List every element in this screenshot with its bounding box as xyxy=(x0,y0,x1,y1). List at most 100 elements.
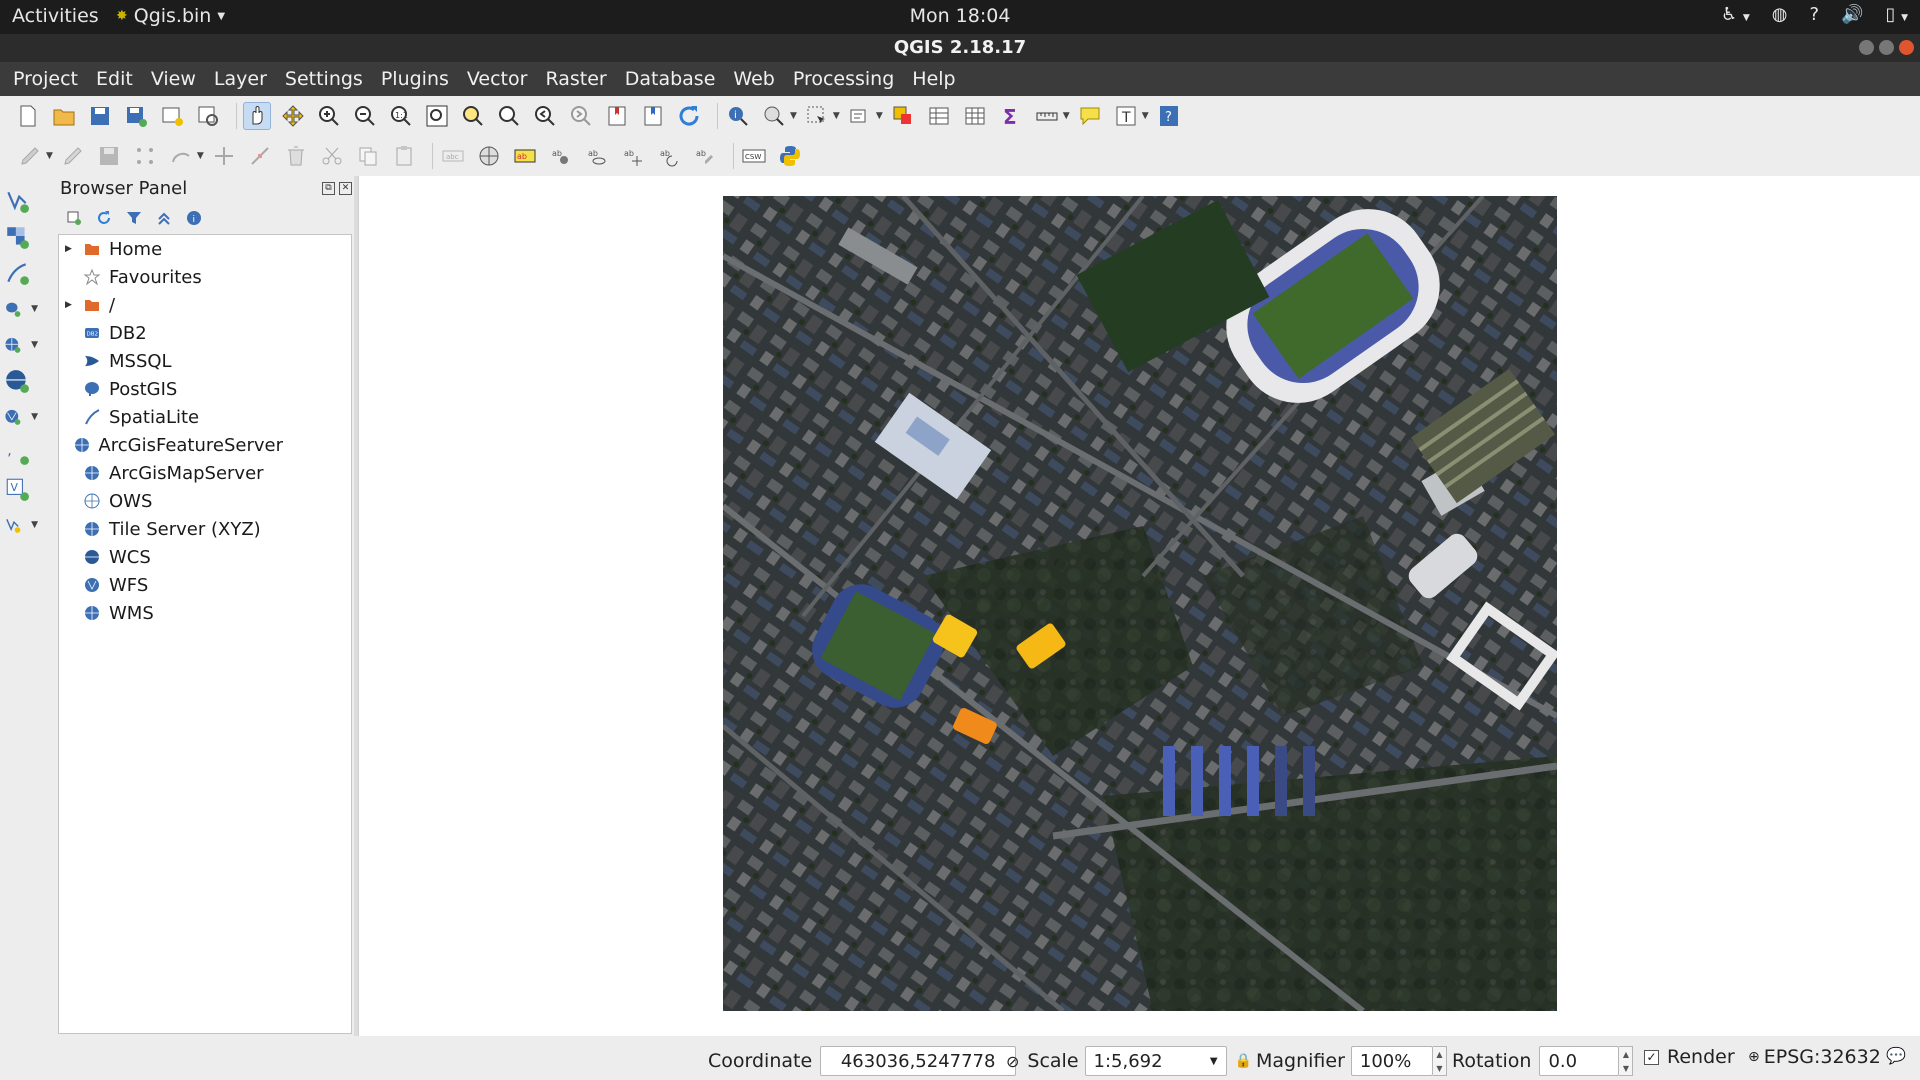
collapse-all-icon[interactable] xyxy=(154,208,174,228)
expand-arrow-icon[interactable]: ▶ xyxy=(65,244,79,254)
zoom-to-selection-icon[interactable] xyxy=(459,102,487,130)
attribute-table-icon[interactable] xyxy=(925,102,953,130)
rotation-spinner[interactable]: ▲ ▼ xyxy=(1619,1046,1634,1076)
run-feature-action-icon[interactable] xyxy=(760,102,788,130)
tree-item-favourites[interactable]: Favourites xyxy=(59,263,283,291)
add-wms-layer-icon[interactable]: ▼ xyxy=(4,328,38,362)
tree-item-arcgismapserver[interactable]: ArcGisMapServer xyxy=(59,459,283,487)
tree-item-spatialite[interactable]: SpatiaLite xyxy=(59,403,283,431)
magnifier-spinner[interactable]: ▲ ▼ xyxy=(1432,1046,1447,1076)
menu-processing[interactable]: Processing xyxy=(784,68,903,90)
map-canvas[interactable] xyxy=(358,176,1920,1036)
accessibility-icon[interactable]: ♿ ▼ xyxy=(1721,4,1750,25)
add-circular-string-icon[interactable] xyxy=(167,142,195,170)
menu-project[interactable]: Project xyxy=(4,68,87,90)
node-tool-icon[interactable] xyxy=(246,142,274,170)
new-project-icon[interactable] xyxy=(14,102,42,130)
menu-raster[interactable]: Raster xyxy=(536,68,615,90)
show-hide-labels-icon[interactable]: ab xyxy=(583,142,611,170)
tree-item-mssql[interactable]: MSSQL xyxy=(59,347,283,375)
chevron-down-icon[interactable]: ▼ xyxy=(197,151,204,161)
minimize-button[interactable] xyxy=(1859,40,1874,55)
pan-to-selection-icon[interactable] xyxy=(279,102,307,130)
tree-item-wms[interactable]: WMS xyxy=(59,599,283,627)
tree-item-wcs[interactable]: WCS xyxy=(59,543,283,571)
chevron-down-icon[interactable]: ▼ xyxy=(1063,111,1070,121)
chevron-down-icon[interactable]: ▼ xyxy=(833,111,840,121)
copy-features-icon[interactable] xyxy=(354,142,382,170)
field-calculator-icon[interactable] xyxy=(961,102,989,130)
scale-combobox[interactable]: 1:5,692 ▼ xyxy=(1084,1046,1227,1076)
menu-vector[interactable]: Vector xyxy=(458,68,537,90)
menu-settings[interactable]: Settings xyxy=(276,68,372,90)
add-raster-layer-icon[interactable] xyxy=(4,220,38,254)
label-toolbar-icon[interactable]: abc xyxy=(439,142,467,170)
tree-item-arcgisfeatureserver[interactable]: ArcGisFeatureServer xyxy=(59,431,283,459)
chevron-down-icon[interactable]: ▼ xyxy=(876,111,883,121)
render-checkbox[interactable]: ✓ xyxy=(1644,1049,1659,1065)
open-project-icon[interactable] xyxy=(50,102,78,130)
identify-features-icon[interactable]: i xyxy=(724,102,752,130)
zoom-out-icon[interactable] xyxy=(351,102,379,130)
battery-icon[interactable]: ▯ ▼ xyxy=(1885,4,1908,25)
zoom-next-icon[interactable] xyxy=(567,102,595,130)
deselect-all-icon[interactable] xyxy=(889,102,917,130)
tree-item-ows[interactable]: OWS xyxy=(59,487,283,515)
close-panel-icon[interactable]: ✕ xyxy=(339,182,352,195)
menu-database[interactable]: Database xyxy=(616,68,725,90)
rotation-field[interactable]: 0.0 xyxy=(1539,1046,1620,1076)
map-tips-icon[interactable] xyxy=(1076,102,1104,130)
pin-labels-icon[interactable]: ab xyxy=(547,142,575,170)
save-project-icon[interactable] xyxy=(86,102,114,130)
properties-info-icon[interactable]: i xyxy=(184,208,204,228)
messages-icon[interactable]: 💬 xyxy=(1886,1046,1906,1065)
measure-line-icon[interactable] xyxy=(1033,102,1061,130)
activities-button[interactable]: Activities xyxy=(12,5,99,27)
new-shapefile-icon[interactable]: ▼ xyxy=(4,508,38,542)
show-bookmarks-icon[interactable] xyxy=(639,102,667,130)
maximize-button[interactable] xyxy=(1879,40,1894,55)
zoom-native-icon[interactable]: 1:1 xyxy=(387,102,415,130)
clock[interactable]: Mon 18:04 xyxy=(910,5,1011,27)
chevron-down-icon[interactable]: ▼ xyxy=(1142,111,1149,121)
layer-labeling-icon[interactable]: ab xyxy=(511,142,539,170)
save-as-icon[interactable] xyxy=(122,102,150,130)
tree-item-db2[interactable]: DB2 DB2 xyxy=(59,319,283,347)
add-virtual-layer-icon[interactable]: V xyxy=(4,472,38,506)
add-wfs-layer-icon[interactable]: ▼ xyxy=(4,400,38,434)
help-icon[interactable]: ? xyxy=(1809,4,1819,25)
new-bookmark-icon[interactable] xyxy=(603,102,631,130)
new-print-composer-icon[interactable] xyxy=(158,102,186,130)
menu-edit[interactable]: Edit xyxy=(87,68,142,90)
delete-selected-icon[interactable] xyxy=(282,142,310,170)
zoom-last-icon[interactable] xyxy=(531,102,559,130)
save-edits-icon[interactable] xyxy=(95,142,123,170)
satellite-raster-layer[interactable] xyxy=(723,196,1557,1011)
move-label-icon[interactable]: ab xyxy=(619,142,647,170)
paste-features-icon[interactable] xyxy=(390,142,418,170)
zoom-to-layer-icon[interactable] xyxy=(495,102,523,130)
refresh-icon[interactable] xyxy=(94,208,114,228)
close-button[interactable] xyxy=(1899,40,1914,55)
tree-item-wfs[interactable]: WFS xyxy=(59,571,283,599)
toggle-editing-icon[interactable] xyxy=(59,142,87,170)
add-wcs-layer-icon[interactable] xyxy=(4,364,38,398)
filter-icon[interactable] xyxy=(124,208,144,228)
app-menu[interactable]: ✸ Qgis.bin ▼ xyxy=(116,5,225,27)
menu-layer[interactable]: Layer xyxy=(205,68,276,90)
pan-map-icon[interactable] xyxy=(243,102,271,130)
csw-icon[interactable]: CSW xyxy=(740,142,768,170)
rotate-label-icon[interactable]: ab xyxy=(655,142,683,170)
add-delimited-text-icon[interactable]: , xyxy=(4,436,38,470)
tree-item-home[interactable]: ▶ Home xyxy=(59,235,283,263)
current-edits-icon[interactable] xyxy=(16,142,44,170)
magnifier-field[interactable]: 100% xyxy=(1350,1046,1433,1076)
float-panel-icon[interactable]: ⧉ xyxy=(322,182,335,195)
move-feature-icon[interactable] xyxy=(210,142,238,170)
toggle-extents-icon[interactable]: ⊘ xyxy=(1006,1052,1019,1071)
add-selected-layers-icon[interactable] xyxy=(64,208,84,228)
text-annotation-icon[interactable]: T xyxy=(1112,102,1140,130)
zoom-full-icon[interactable] xyxy=(423,102,451,130)
add-postgis-layer-icon[interactable]: ▼ xyxy=(4,292,38,326)
statistical-summary-icon[interactable]: Σ xyxy=(997,102,1025,130)
